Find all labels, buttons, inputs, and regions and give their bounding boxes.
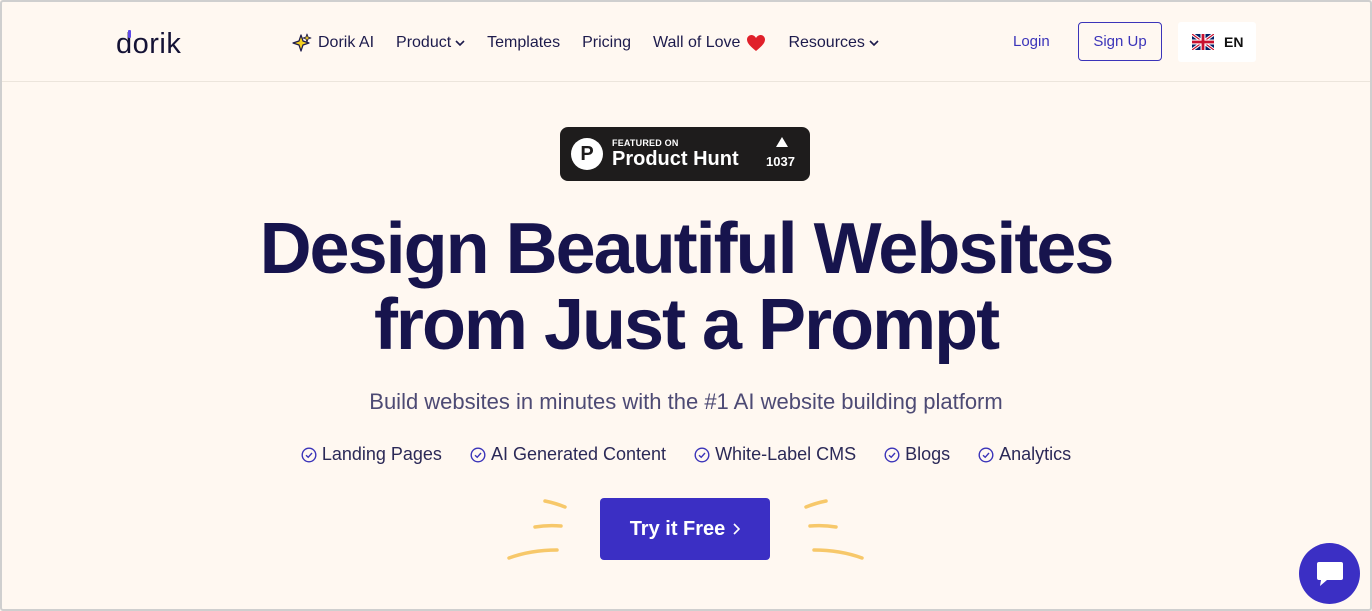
upvote-arrow-icon (776, 137, 788, 147)
product-hunt-logo-icon: P (571, 138, 603, 170)
feature-label: Landing Pages (321, 444, 442, 464)
check-circle-icon (884, 446, 900, 463)
feature-label: Blogs (905, 444, 951, 464)
check-circle-icon (694, 446, 710, 463)
language-selector[interactable]: EN (1178, 22, 1256, 62)
headline-line-2: from Just a Prompt (373, 285, 1000, 365)
heart-icon (747, 35, 766, 51)
site-header: dorik Dorik AI Product Templates Pricing… (2, 2, 1370, 82)
sparkle-icon (292, 33, 312, 52)
nav-item-product[interactable]: Product (396, 34, 465, 52)
cta-label: Try it Free (629, 517, 726, 540)
nav-item-pricing[interactable]: Pricing (582, 34, 631, 52)
nav-label: Dorik AI (318, 34, 375, 51)
headline-line-1: Design Beautiful Websites (259, 209, 1115, 289)
main-nav: Dorik AI Product Templates Pricing Wall … (292, 33, 901, 53)
logo-text: dorik (116, 28, 182, 60)
language-code: EN (1224, 34, 1244, 50)
nav-label: Wall of Love (652, 34, 741, 51)
product-hunt-badge[interactable]: P FEATURED ON Product Hunt 1037 (560, 127, 810, 181)
login-link[interactable]: Login (1013, 33, 1050, 50)
badge-vote-count: 1037 (766, 154, 795, 169)
nav-label: Templates (487, 34, 561, 51)
feature-list: Landing Pages AI Generated Content White… (0, 444, 1372, 465)
nav-item-dorik-ai[interactable]: Dorik AI (292, 33, 374, 53)
nav-item-resources[interactable]: Resources (788, 34, 879, 52)
sign-up-button[interactable]: Sign Up (1078, 22, 1162, 61)
decorative-dashes-right (804, 499, 864, 560)
feature-label: Analytics (999, 444, 1072, 464)
nav-label: Product (396, 34, 452, 51)
uk-flag-icon (1192, 34, 1214, 50)
nav-item-templates[interactable]: Templates (487, 34, 560, 52)
check-circle-icon (301, 446, 317, 463)
check-circle-icon (978, 446, 994, 463)
chevron-down-icon (455, 39, 465, 46)
hero-subheadline: Build websites in minutes with the #1 AI… (369, 389, 1003, 414)
logo-accent-mark (128, 30, 131, 38)
feature-label: AI Generated Content (490, 444, 667, 464)
check-circle-icon (470, 446, 486, 463)
decorative-dashes-left (507, 499, 567, 560)
feature-item: Analytics (978, 444, 1071, 465)
chevron-down-icon (869, 39, 879, 46)
nav-label: Pricing (582, 34, 631, 51)
badge-name: Product Hunt (612, 148, 739, 170)
nav-item-wall-of-love[interactable]: Wall of Love (653, 34, 766, 52)
try-it-free-button[interactable]: Try it Free (600, 498, 770, 560)
chat-bubble-icon (1316, 561, 1343, 586)
chat-widget-button[interactable] (1299, 543, 1360, 604)
badge-featured-label: FEATURED ON (612, 138, 679, 148)
hero-headline: Design Beautiful Websites from Just a Pr… (0, 211, 1372, 363)
feature-label: White-Label CMS (715, 444, 857, 464)
dorik-logo[interactable]: dorik (116, 28, 181, 60)
feature-item: Blogs (884, 444, 950, 465)
chevron-right-icon (733, 523, 741, 535)
nav-label: Resources (788, 34, 865, 51)
feature-item: Landing Pages (301, 444, 442, 465)
feature-item: White-Label CMS (694, 444, 856, 465)
feature-item: AI Generated Content (470, 444, 666, 465)
